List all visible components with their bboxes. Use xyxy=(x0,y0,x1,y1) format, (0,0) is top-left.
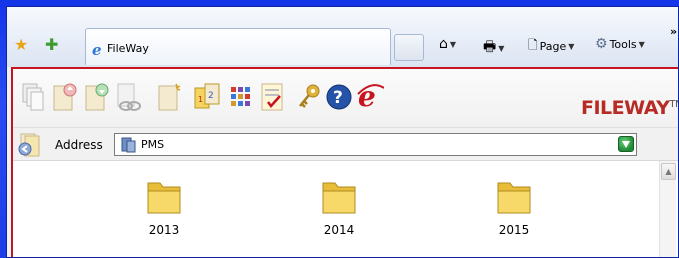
new-tab-button[interactable] xyxy=(394,34,424,61)
grid-view-icon[interactable] xyxy=(227,81,255,113)
gear-icon: ⚙ xyxy=(595,36,608,52)
vertical-scrollbar[interactable]: ▲ xyxy=(659,161,676,257)
browser-tab-bar: ★ ✚ e FileWay ⌂ ▼ 🖶 ▼ 🗋 Page ▼ ⚙ Tools ▼… xyxy=(7,7,678,67)
scroll-up-button[interactable]: ▲ xyxy=(661,163,676,180)
numbered-pages-icon[interactable]: 21 xyxy=(193,81,221,113)
print-button[interactable]: 🖶 ▼ xyxy=(483,36,504,60)
folder-item[interactable]: 2015 xyxy=(469,175,559,245)
page-menu-label: Page xyxy=(539,40,567,53)
address-input[interactable]: PMS xyxy=(114,133,637,156)
chevron-down-icon: ▼ xyxy=(638,39,645,49)
folder-label: 2015 xyxy=(498,223,530,237)
folder-item[interactable]: 2013 xyxy=(119,175,209,245)
help-icon[interactable]: ? xyxy=(325,81,353,113)
address-label: Address xyxy=(55,138,103,152)
tab-title: FileWay xyxy=(107,42,149,55)
printer-icon: 🖶 xyxy=(483,39,497,55)
new-file-icon[interactable] xyxy=(155,81,183,113)
svg-text:?: ? xyxy=(333,88,343,108)
folder-item[interactable]: 2014 xyxy=(294,175,384,245)
fileway-logo: FILEWAYTM xyxy=(581,97,678,119)
svg-text:1: 1 xyxy=(198,95,203,104)
folder-icon xyxy=(497,182,531,214)
link-icon[interactable] xyxy=(115,81,143,113)
fileway-page: 21 ? e FILEWAYTM xyxy=(11,67,678,257)
add-favorite-icon[interactable]: ✚ xyxy=(45,37,58,53)
logo-trademark: TM xyxy=(669,99,678,110)
go-arrow-icon[interactable] xyxy=(618,136,634,152)
folder-label: 2013 xyxy=(148,223,180,237)
chevron-down-icon: ▼ xyxy=(568,42,575,51)
folder-icon xyxy=(147,182,181,214)
logo-text: FILEWAY xyxy=(581,97,670,119)
home-icon: ⌂ xyxy=(439,36,448,52)
server-icon xyxy=(119,136,137,157)
address-value: PMS xyxy=(141,138,165,151)
checklist-icon[interactable] xyxy=(259,81,287,113)
chevron-down-icon: ▼ xyxy=(498,43,505,53)
tab-fileway[interactable]: e FileWay xyxy=(85,28,391,65)
key-icon[interactable] xyxy=(295,81,323,113)
ie-icon: e xyxy=(92,41,102,59)
chevron-down-icon: ▼ xyxy=(449,39,457,49)
upload-icon[interactable] xyxy=(51,81,79,113)
toolbar-overflow-button[interactable]: » xyxy=(670,25,677,38)
address-bar: Address PMS xyxy=(13,127,678,161)
tools-menu-button[interactable]: ⚙ Tools ▼ xyxy=(595,36,645,52)
browser-window: ★ ✚ e FileWay ⌂ ▼ 🖶 ▼ 🗋 Page ▼ ⚙ Tools ▼… xyxy=(6,6,679,258)
star-icon[interactable]: ★ xyxy=(14,37,28,53)
page-menu-button[interactable]: 🗋 Page ▼ xyxy=(528,36,574,57)
back-icon[interactable] xyxy=(17,132,43,158)
download-icon[interactable] xyxy=(83,81,111,113)
folder-view: 2013 2014 2015 ▲ xyxy=(13,161,678,257)
svg-text:2: 2 xyxy=(208,91,214,101)
home-button[interactable]: ⌂ ▼ xyxy=(439,36,456,52)
copy-icon[interactable] xyxy=(19,81,47,113)
folder-icon xyxy=(322,182,356,214)
tools-menu-label: Tools xyxy=(609,37,637,51)
page-icon: 🗋 xyxy=(528,38,538,52)
fileway-toolbar: 21 ? e FILEWAYTM xyxy=(13,69,678,127)
ie-logo-icon[interactable]: e xyxy=(356,81,384,113)
folder-label: 2014 xyxy=(323,223,355,237)
